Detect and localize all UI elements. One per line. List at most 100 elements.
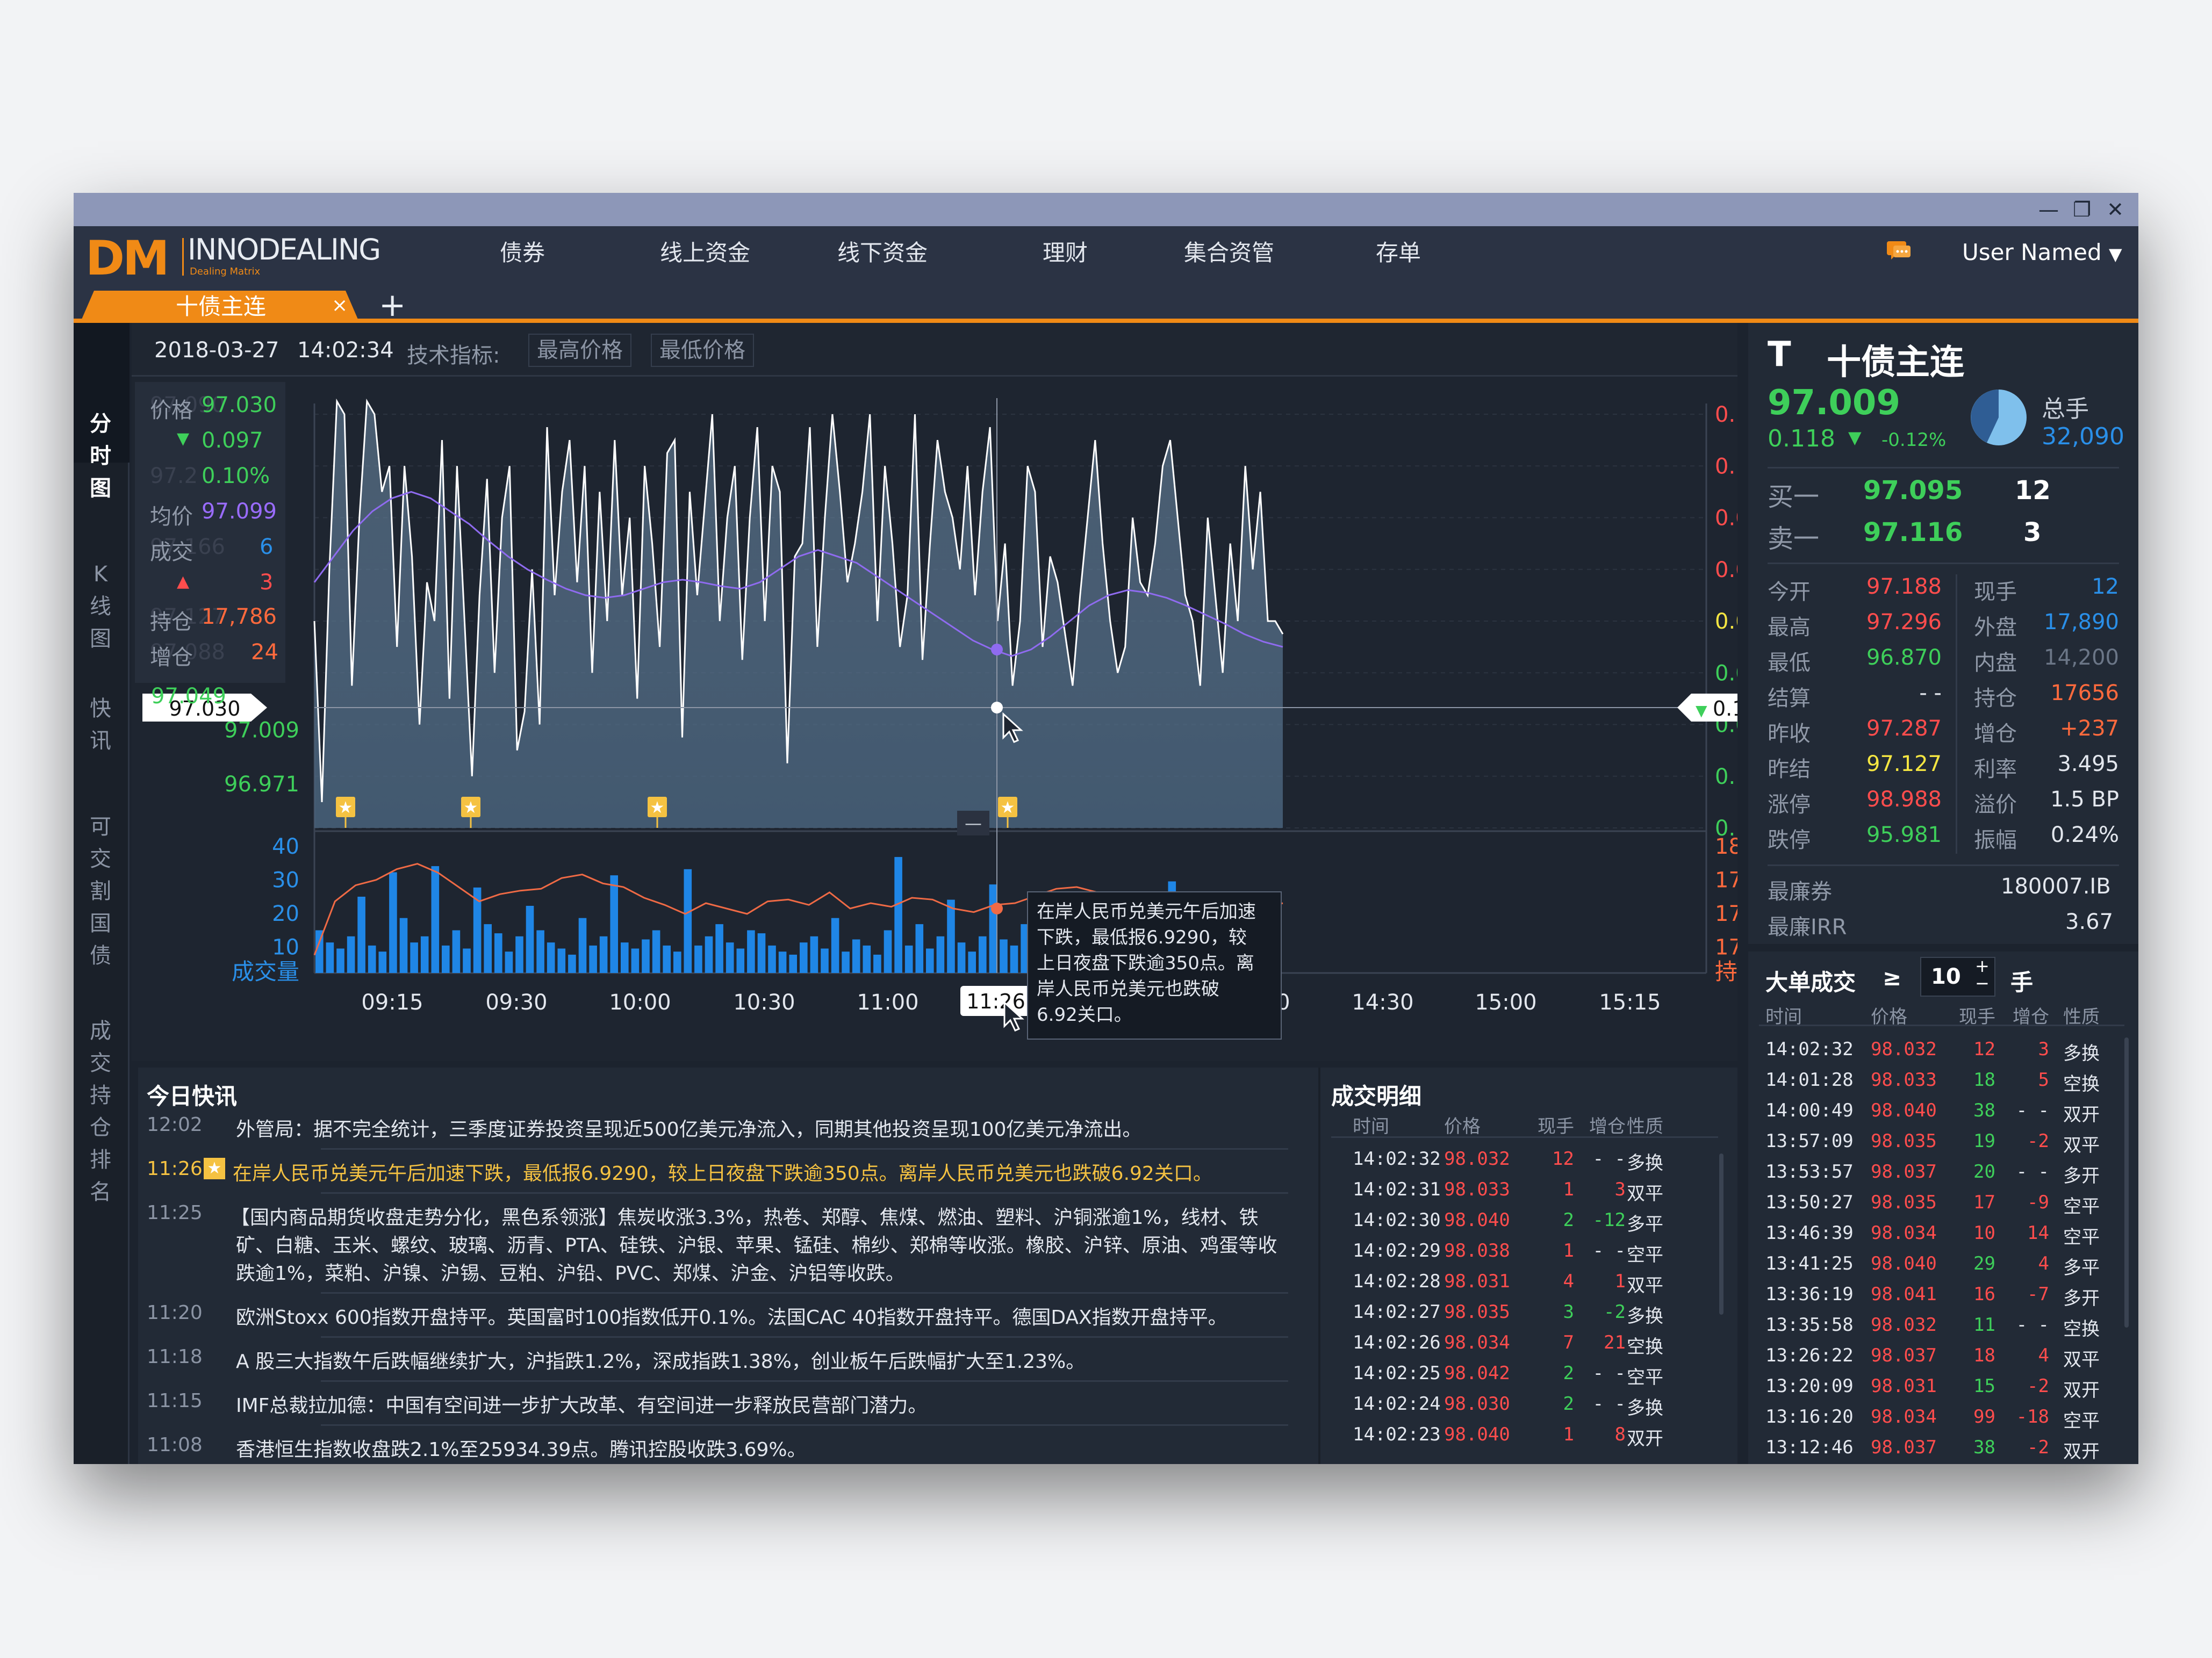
- table-cell: 双平: [2063, 1135, 2100, 1156]
- news-line[interactable]: 外管局：据不完全统计，三季度证券投资呈现近500亿美元净流入，同期其他投资呈现1…: [236, 1114, 1141, 1142]
- quote-value: 0.24%: [2050, 823, 2119, 847]
- scrollbar[interactable]: [2124, 1037, 2129, 1328]
- table-cell: 3: [1614, 1179, 1626, 1200]
- news-line[interactable]: 矿、白糖、玉米、螺纹、玻璃、沥青、PTA、硅铁、沪银、苹果、锰硅、棉纱、郑棉等收…: [236, 1230, 1277, 1258]
- table-cell: 14:02:24: [1353, 1393, 1441, 1415]
- tab-close-icon[interactable]: ×: [332, 291, 348, 322]
- trades-panel: 成交明细 时间 价格 现手 增仓 性质 14:02:32 98.032 12- - 多换 14:…: [1318, 1068, 1737, 1464]
- news-line[interactable]: 【国内商品期货收盘走势分化，黑色系领涨】焦炭收涨3.3%，热卷、郑醇、焦煤、燃油…: [231, 1202, 1259, 1230]
- volume-tick: 20: [272, 902, 299, 926]
- user-menu[interactable]: User Named ▼: [1962, 239, 2122, 265]
- volume-bar: [389, 872, 397, 973]
- news-line[interactable]: 在岸人民币兑美元午后加速下跌，最低报6.9290，较上日夜盘下跌逾350点。离岸…: [233, 1158, 1212, 1186]
- cursor-pct: 0.10%: [1713, 697, 1737, 720]
- volume-bar: [684, 869, 692, 973]
- table-cell: - -: [1592, 1148, 1626, 1170]
- nav-asset-mgmt[interactable]: 集合资管: [1148, 226, 1310, 280]
- sidebar-item-intraday[interactable]: 分时图: [74, 408, 127, 504]
- table-cell: 13:12:46: [1765, 1437, 1854, 1458]
- volume-bar: [652, 930, 660, 973]
- decrement-button[interactable]: −: [1975, 973, 1990, 993]
- chevron-down-icon: ▼: [2109, 244, 2122, 264]
- news-line[interactable]: 欧洲Stoxx 600指数开盘持平。英国富时100指数低开0.1%。法国CAC …: [236, 1302, 1227, 1330]
- tab-active[interactable]: 十债主连 ×: [80, 291, 360, 323]
- legend-vol-label: 成交: [150, 540, 193, 565]
- buy-sell-pie-icon: [1971, 390, 2027, 445]
- price-tick: 97.009: [224, 718, 299, 743]
- sidebar-item-ranking[interactable]: 成交持仓排名: [74, 1015, 127, 1208]
- min-qty-value[interactable]: 10: [1931, 964, 1961, 989]
- sidebar-char: K: [93, 562, 108, 587]
- table-cell: -2: [2027, 1130, 2049, 1152]
- quote-label: 增仓: [1974, 722, 2017, 746]
- sidebar-item-deliverable[interactable]: 可交割国债: [74, 811, 127, 972]
- indicator-label: 技术指标:: [407, 343, 500, 368]
- table-cell: 13:26:22: [1765, 1345, 1854, 1366]
- minimize-button[interactable]: —: [2035, 196, 2062, 223]
- quote-value: 96.870: [1866, 645, 1942, 670]
- news-line[interactable]: 香港恒生指数收盘跌2.1%至25934.39点。腾讯控股收跌3.69%。: [236, 1434, 807, 1462]
- app-logo: DM INNODEALING Dealing Matrix: [80, 230, 381, 286]
- tooltip-line: 岸人民币兑美元也跌破: [1037, 978, 1219, 1000]
- tooltip-line: 在岸人民币兑美元午后加速: [1037, 901, 1256, 922]
- news-time: 11:15: [147, 1390, 203, 1412]
- close-window-button[interactable]: ✕: [2102, 196, 2129, 223]
- sidebar-item-news[interactable]: 快讯: [74, 693, 127, 757]
- table-cell: 12: [1552, 1148, 1574, 1170]
- quote-label: 内盘: [1974, 651, 2017, 675]
- quote-label: 结算: [1768, 686, 1811, 711]
- scrollbar[interactable]: [1719, 1154, 1723, 1315]
- volume-bar: [768, 945, 776, 973]
- sidebar-item-kline[interactable]: K线图: [74, 558, 127, 655]
- table-cell: 13:35:58: [1765, 1314, 1854, 1336]
- table-cell: 98.034: [1871, 1222, 1937, 1244]
- sidebar-char: 分: [90, 412, 111, 436]
- logo-brand: INNODEALING: [188, 233, 381, 266]
- table-cell: 13:53:57: [1765, 1161, 1854, 1183]
- top-bar: DM INNODEALING Dealing Matrix 债券 线上资金 线下…: [74, 226, 2138, 324]
- table-cell: 多换: [1627, 1306, 1663, 1327]
- table-cell: 17: [1973, 1192, 1995, 1213]
- nav-wealth[interactable]: 理财: [1019, 226, 1111, 280]
- table-cell: 14:02:31: [1353, 1179, 1441, 1200]
- up-arrow-icon: ▲: [177, 572, 190, 591]
- table-cell: 98.040: [1444, 1424, 1510, 1445]
- nav-deposit-cert[interactable]: 存单: [1353, 226, 1444, 280]
- volume-bar: [894, 857, 902, 973]
- time-tick: 15:15: [1599, 990, 1661, 1015]
- nav-offline-funds[interactable]: 线下资金: [815, 226, 950, 280]
- table-cell: 19: [1973, 1130, 1995, 1152]
- table-cell: 2: [1563, 1363, 1574, 1384]
- nav-online-funds[interactable]: 线上资金: [638, 226, 772, 280]
- oi-tick: 18100: [1715, 834, 1737, 859]
- quote-value: 1.5 BP: [2050, 787, 2119, 812]
- min-qty-stepper[interactable]: 10 + −: [1920, 956, 1995, 997]
- divider: [321, 1380, 1288, 1382]
- pct-tick: 0.16%: [1715, 402, 1737, 427]
- time-tick: 14:30: [1352, 990, 1413, 1015]
- table-cell: 空平: [2063, 1410, 2100, 1432]
- news-line[interactable]: IMF总裁拉加德：中国有空间进一步扩大改革、有空间进一步释放民营部门潜力。: [236, 1390, 927, 1418]
- pct-tick: 0.04%: [1715, 661, 1737, 686]
- volume-bar: [842, 951, 850, 973]
- news-line[interactable]: A 股三大指数午后跌幅继续扩大，沪指跌1.2%，深成指跌1.38%，创业板午后跌…: [236, 1346, 1085, 1374]
- message-icon[interactable]: [1886, 240, 1912, 262]
- table-cell: 14:02:32: [1765, 1039, 1854, 1060]
- volume-bar: [989, 884, 997, 973]
- intraday-chart[interactable]: ★★★★ 0.16%0.12%0.08%0.04%0.00%0.04%0.08%…: [132, 377, 1737, 1061]
- quote-label: 涨停: [1768, 792, 1811, 817]
- irr-label: 最廉IRR: [1768, 915, 1847, 940]
- indicator-high-button[interactable]: 最高价格: [528, 334, 631, 367]
- news-line[interactable]: 跌逾1%，菜粕、沪镍、沪锡、豆粕、沪铅、PVC、郑煤、沪金、沪铝等收跌。: [236, 1258, 905, 1286]
- volume-axis-title: 成交量: [232, 958, 299, 985]
- quote-value: 17,890: [2044, 610, 2119, 635]
- table-cell: 空换: [2063, 1318, 2100, 1340]
- maximize-button[interactable]: ❐: [2069, 196, 2095, 223]
- table-cell: 98.037: [1871, 1161, 1937, 1183]
- nav-bonds[interactable]: 债券: [471, 226, 573, 280]
- bid-label: 买一: [1768, 482, 1820, 512]
- volume-bar: [800, 942, 808, 973]
- news-time: 11:20: [147, 1302, 203, 1324]
- table-cell: -18: [2016, 1406, 2049, 1428]
- indicator-low-button[interactable]: 最低价格: [651, 334, 754, 367]
